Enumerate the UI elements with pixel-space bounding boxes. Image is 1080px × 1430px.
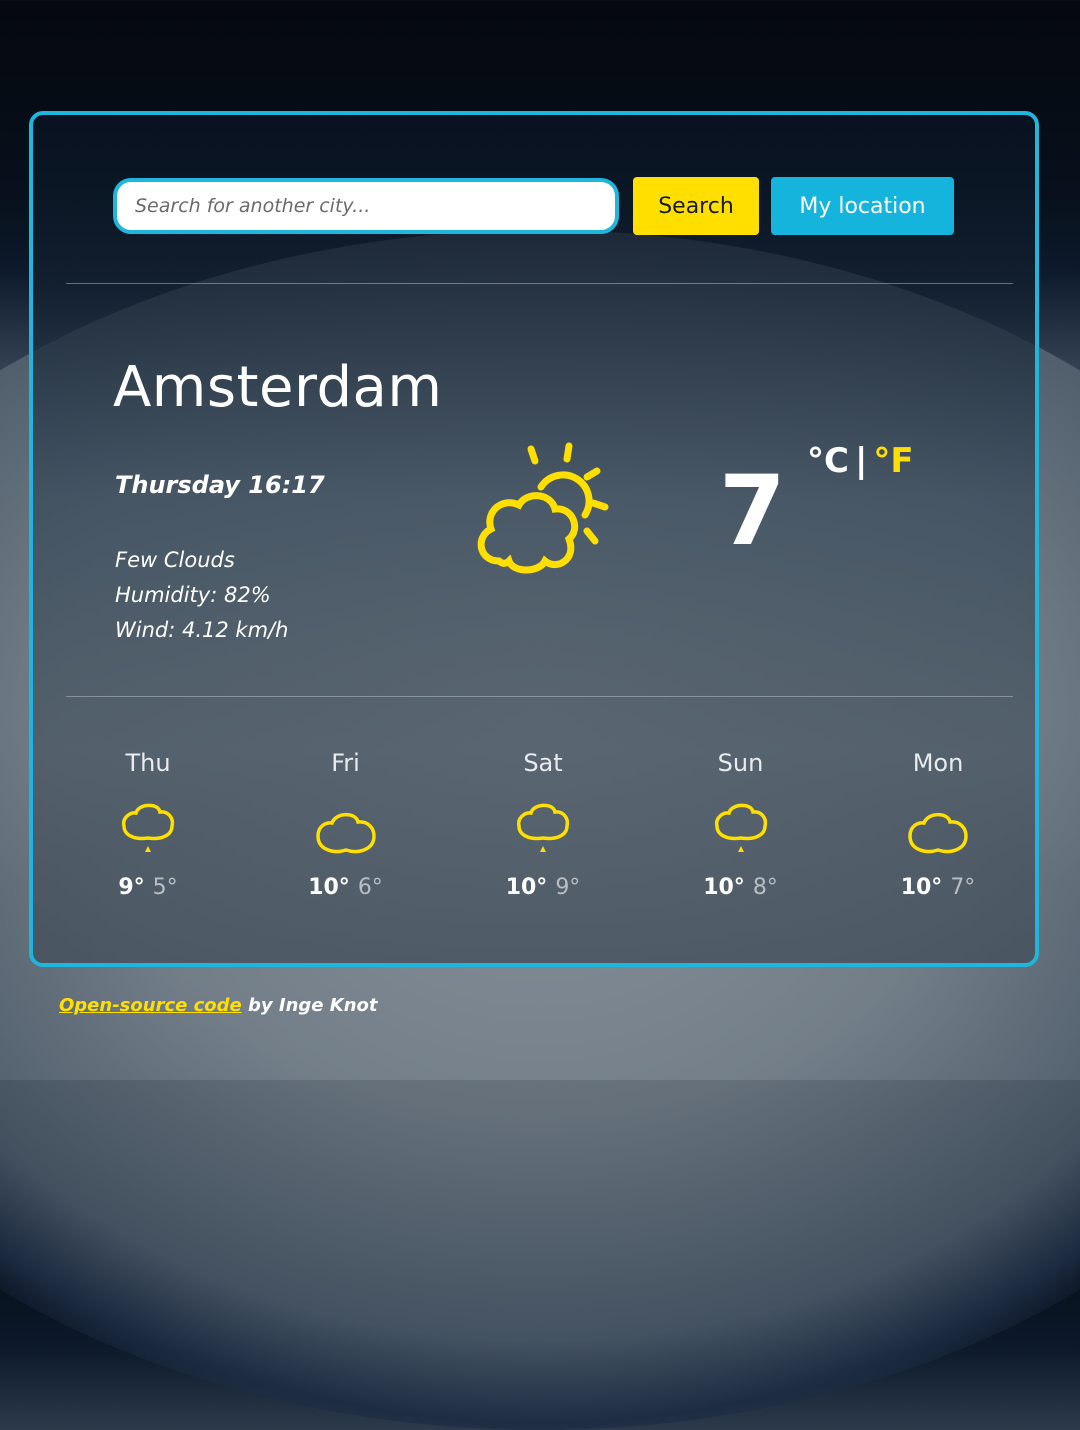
forecast-day-name: Sat bbox=[523, 749, 563, 777]
wind: Wind: 4.12 km/h bbox=[115, 618, 289, 642]
footer-author: by Inge Knot bbox=[241, 995, 378, 1016]
divider-bottom bbox=[66, 696, 1013, 697]
forecast-day: Fri 10° 6° bbox=[271, 749, 421, 900]
humidity: Humidity: 82% bbox=[115, 583, 271, 607]
unit-toggle: °C | °F bbox=[807, 441, 914, 481]
forecast-high: 10° bbox=[308, 875, 350, 900]
forecast-day: Thu 9° 5° bbox=[73, 749, 223, 900]
forecast-high: 10° bbox=[703, 875, 745, 900]
rain-cloud-icon bbox=[73, 789, 223, 873]
forecast-list: Thu 9° 5° Fri 10° 6° Sat 10° 9° Sun 10° … bbox=[73, 749, 1013, 900]
my-location-button[interactable]: My location bbox=[771, 177, 954, 235]
city-search-input[interactable] bbox=[113, 178, 619, 234]
forecast-low: 5° bbox=[152, 875, 178, 900]
rain-cloud-icon bbox=[468, 789, 618, 873]
weather-details: Few Clouds Humidity: 82% Wind: 4.12 km/h bbox=[115, 543, 288, 648]
search-form: Search My location bbox=[113, 177, 954, 235]
weather-card: Search My location Amsterdam Thursday 16… bbox=[29, 111, 1039, 967]
forecast-temps: 10° 8° bbox=[666, 875, 816, 900]
forecast-low: 6° bbox=[357, 875, 383, 900]
city-name: Amsterdam bbox=[113, 355, 443, 420]
forecast-day: Sun 10° 8° bbox=[666, 749, 816, 900]
unit-separator: | bbox=[854, 441, 868, 481]
partly-cloudy-icon bbox=[469, 441, 619, 585]
current-datetime: Thursday 16:17 bbox=[115, 471, 325, 499]
cloud-icon bbox=[863, 789, 1013, 873]
footer: Open-source code by Inge Knot bbox=[59, 995, 378, 1016]
forecast-temps: 10° 7° bbox=[863, 875, 1013, 900]
forecast-high: 10° bbox=[505, 875, 548, 900]
rain-cloud-icon bbox=[666, 789, 816, 873]
current-temperature: 7 bbox=[719, 455, 786, 567]
fahrenheit-link[interactable]: °F bbox=[873, 441, 913, 481]
forecast-temps: 10° 9° bbox=[468, 875, 618, 900]
celsius-link[interactable]: °C bbox=[807, 441, 849, 481]
forecast-high: 9° bbox=[118, 875, 145, 900]
cloud-icon bbox=[271, 789, 421, 873]
forecast-day: Sat 10° 9° bbox=[468, 749, 618, 900]
forecast-day: Mon 10° 7° bbox=[863, 749, 1013, 900]
forecast-day-name: Mon bbox=[912, 749, 964, 777]
divider-top bbox=[66, 283, 1013, 284]
forecast-temps: 10° 6° bbox=[271, 875, 421, 900]
forecast-day-name: Fri bbox=[331, 749, 360, 777]
search-button[interactable]: Search bbox=[633, 177, 759, 235]
forecast-day-name: Thu bbox=[125, 749, 171, 777]
forecast-temps: 9° 5° bbox=[73, 875, 223, 900]
forecast-day-name: Sun bbox=[717, 749, 764, 777]
forecast-low: 8° bbox=[752, 875, 778, 900]
open-source-link[interactable]: Open-source code bbox=[59, 995, 242, 1016]
weather-description: Few Clouds bbox=[115, 548, 235, 572]
forecast-low: 7° bbox=[950, 875, 976, 900]
forecast-low: 9° bbox=[555, 875, 581, 900]
forecast-high: 10° bbox=[900, 875, 943, 900]
